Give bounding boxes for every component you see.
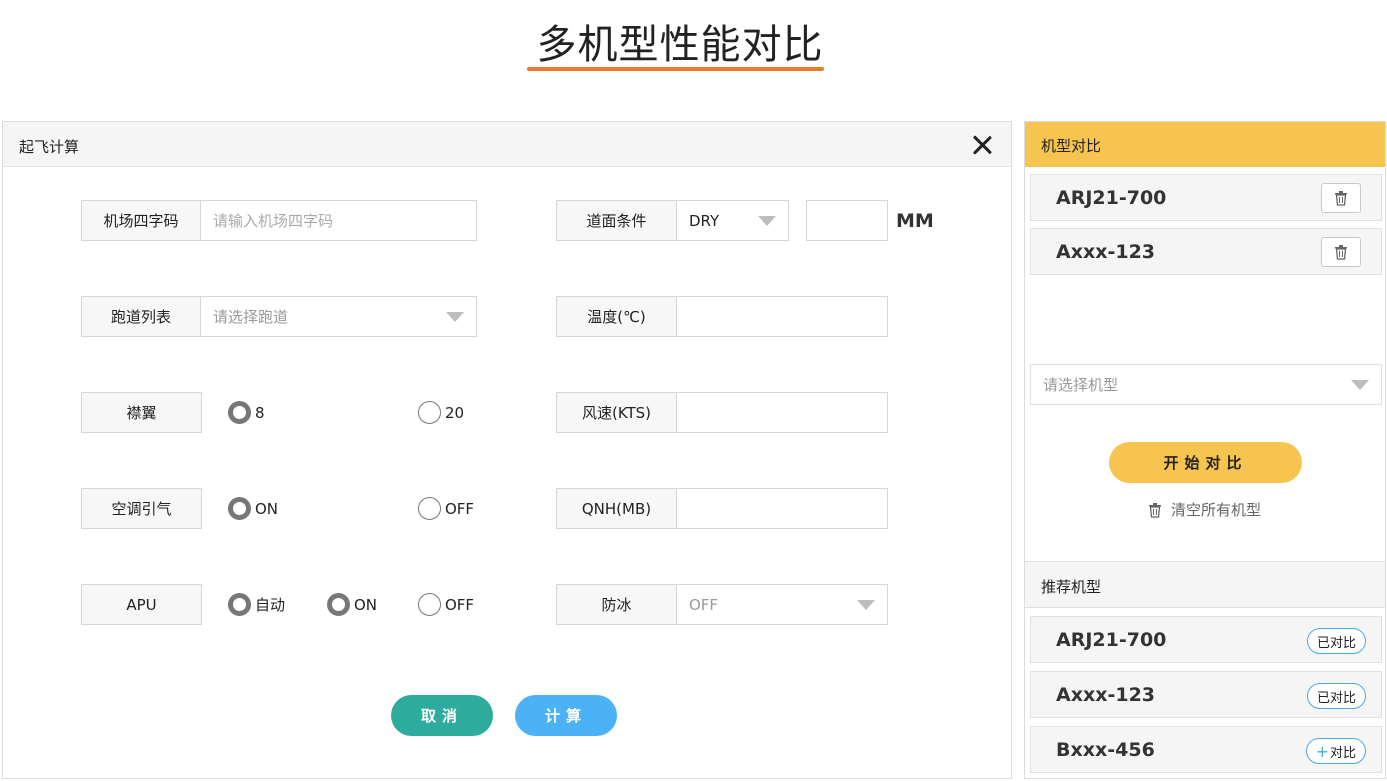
radio-checked-icon (228, 593, 251, 616)
anti-ice-label: 防冰 (556, 584, 677, 625)
apu-label: APU (81, 584, 202, 625)
runway-condition-value: DRY (689, 211, 720, 230)
runway-condition-label: 道面条件 (556, 200, 677, 241)
bleed-option-label: OFF (445, 499, 475, 518)
airport-input[interactable] (213, 201, 476, 240)
chevron-down-icon (857, 600, 875, 610)
add-compare-label: 对比 (1329, 745, 1356, 761)
model-select-placeholder: 请选择机型 (1043, 376, 1119, 394)
recommend-model-name: ARJ21-700 (1056, 629, 1167, 651)
takeoff-calc-panel: 起飞计算 机场四字码 道面条件 DRY MM 跑道列表 请选择跑道 温度(℃) … (2, 121, 1012, 779)
recommend-title: 推荐机型 (1041, 578, 1102, 596)
radio-unchecked-icon (418, 497, 441, 520)
radio-checked-icon (228, 401, 251, 424)
recommend-model-card: ARJ21-700 已对比 (1030, 616, 1382, 663)
anti-ice-value: OFF (689, 595, 719, 614)
add-compare-button[interactable]: + 对比 (1305, 738, 1366, 764)
qnh-input[interactable] (689, 489, 887, 528)
flaps-radio-8[interactable]: 8 (228, 401, 265, 424)
chevron-down-icon (446, 312, 464, 322)
runway-list-label: 跑道列表 (81, 296, 201, 337)
bleed-label: 空调引气 (81, 488, 202, 529)
chevron-down-icon (1351, 380, 1369, 390)
panel-title: 起飞计算 (19, 138, 80, 156)
flaps-option-label: 20 (445, 403, 465, 422)
bleed-radio-off[interactable]: OFF (418, 497, 474, 520)
close-icon[interactable] (971, 134, 993, 156)
runway-list-placeholder: 请选择跑道 (213, 308, 289, 326)
depth-unit: MM (896, 210, 934, 232)
compared-badge[interactable]: 已对比 (1306, 683, 1366, 709)
flaps-option-label: 8 (255, 403, 265, 422)
recommend-model-name: Bxxx-456 (1056, 739, 1155, 761)
apu-option-label: ON (354, 595, 378, 614)
wind-input[interactable] (689, 393, 887, 432)
model-select[interactable]: 请选择机型 (1030, 364, 1382, 405)
start-compare-button[interactable]: 开始对比 (1109, 442, 1302, 483)
bleed-option-label: ON (255, 499, 279, 518)
chevron-down-icon (758, 216, 776, 226)
clear-all-label: 清空所有机型 (1171, 501, 1262, 519)
clear-all-models-button[interactable]: 清空所有机型 (1147, 499, 1261, 520)
flaps-label: 襟翼 (81, 392, 202, 433)
recommend-model-name: Axxx-123 (1056, 684, 1156, 706)
calculate-button[interactable]: 计算 (515, 695, 617, 736)
radio-checked-icon (327, 593, 350, 616)
wind-input-wrap (676, 392, 888, 433)
compare-model-card: ARJ21-700 (1030, 174, 1382, 221)
flaps-radio-20[interactable]: 20 (418, 401, 464, 424)
cancel-button[interactable]: 取消 (391, 695, 493, 736)
recommend-model-card: Bxxx-456 + 对比 (1030, 726, 1382, 773)
radio-unchecked-icon (418, 401, 441, 424)
radio-unchecked-icon (418, 593, 441, 616)
compare-header: 机型对比 (1025, 122, 1385, 167)
qnh-label: QNH(MB) (556, 488, 677, 529)
panel-header: 起飞计算 (3, 122, 1011, 167)
trash-icon (1335, 245, 1347, 260)
delete-model-button[interactable] (1321, 237, 1361, 267)
trash-icon (1335, 191, 1347, 206)
trash-icon (1149, 502, 1161, 518)
apu-option-label: 自动 (255, 596, 286, 614)
recommend-model-card: Axxx-123 已对比 (1030, 671, 1382, 718)
title-underline (527, 67, 824, 71)
wind-label: 风速(KTS) (556, 392, 677, 433)
delete-model-button[interactable] (1321, 183, 1361, 213)
anti-ice-select[interactable]: OFF (676, 584, 888, 625)
bleed-radio-on[interactable]: ON (228, 497, 278, 520)
temperature-input[interactable] (689, 297, 887, 336)
recommend-header: 推荐机型 (1025, 561, 1385, 608)
contamination-depth-input[interactable] (819, 201, 887, 240)
apu-radio-off[interactable]: OFF (418, 593, 474, 616)
airport-label: 机场四字码 (81, 200, 201, 241)
apu-option-label: OFF (445, 595, 475, 614)
compared-badge[interactable]: 已对比 (1306, 628, 1366, 654)
runway-condition-select[interactable]: DRY (676, 200, 789, 241)
compare-model-name: ARJ21-700 (1056, 187, 1167, 209)
page-title: 多机型性能对比 (536, 22, 824, 68)
airport-input-wrap (200, 200, 477, 241)
radio-checked-icon (228, 497, 251, 520)
qnh-input-wrap (676, 488, 888, 529)
temperature-input-wrap (676, 296, 888, 337)
apu-radio-auto[interactable]: 自动 (228, 593, 285, 616)
runway-list-select[interactable]: 请选择跑道 (200, 296, 477, 337)
plus-icon: + (1315, 741, 1329, 761)
contamination-depth-input-wrap (806, 200, 888, 241)
apu-radio-on[interactable]: ON (327, 593, 377, 616)
temperature-label: 温度(℃) (556, 296, 677, 337)
model-compare-sidebar: 机型对比 ARJ21-700 Axxx-123 请选择机型 开始对比 清空所有机… (1024, 121, 1386, 779)
compare-title: 机型对比 (1041, 137, 1102, 155)
compare-model-card: Axxx-123 (1030, 228, 1382, 275)
compare-model-name: Axxx-123 (1056, 241, 1156, 263)
